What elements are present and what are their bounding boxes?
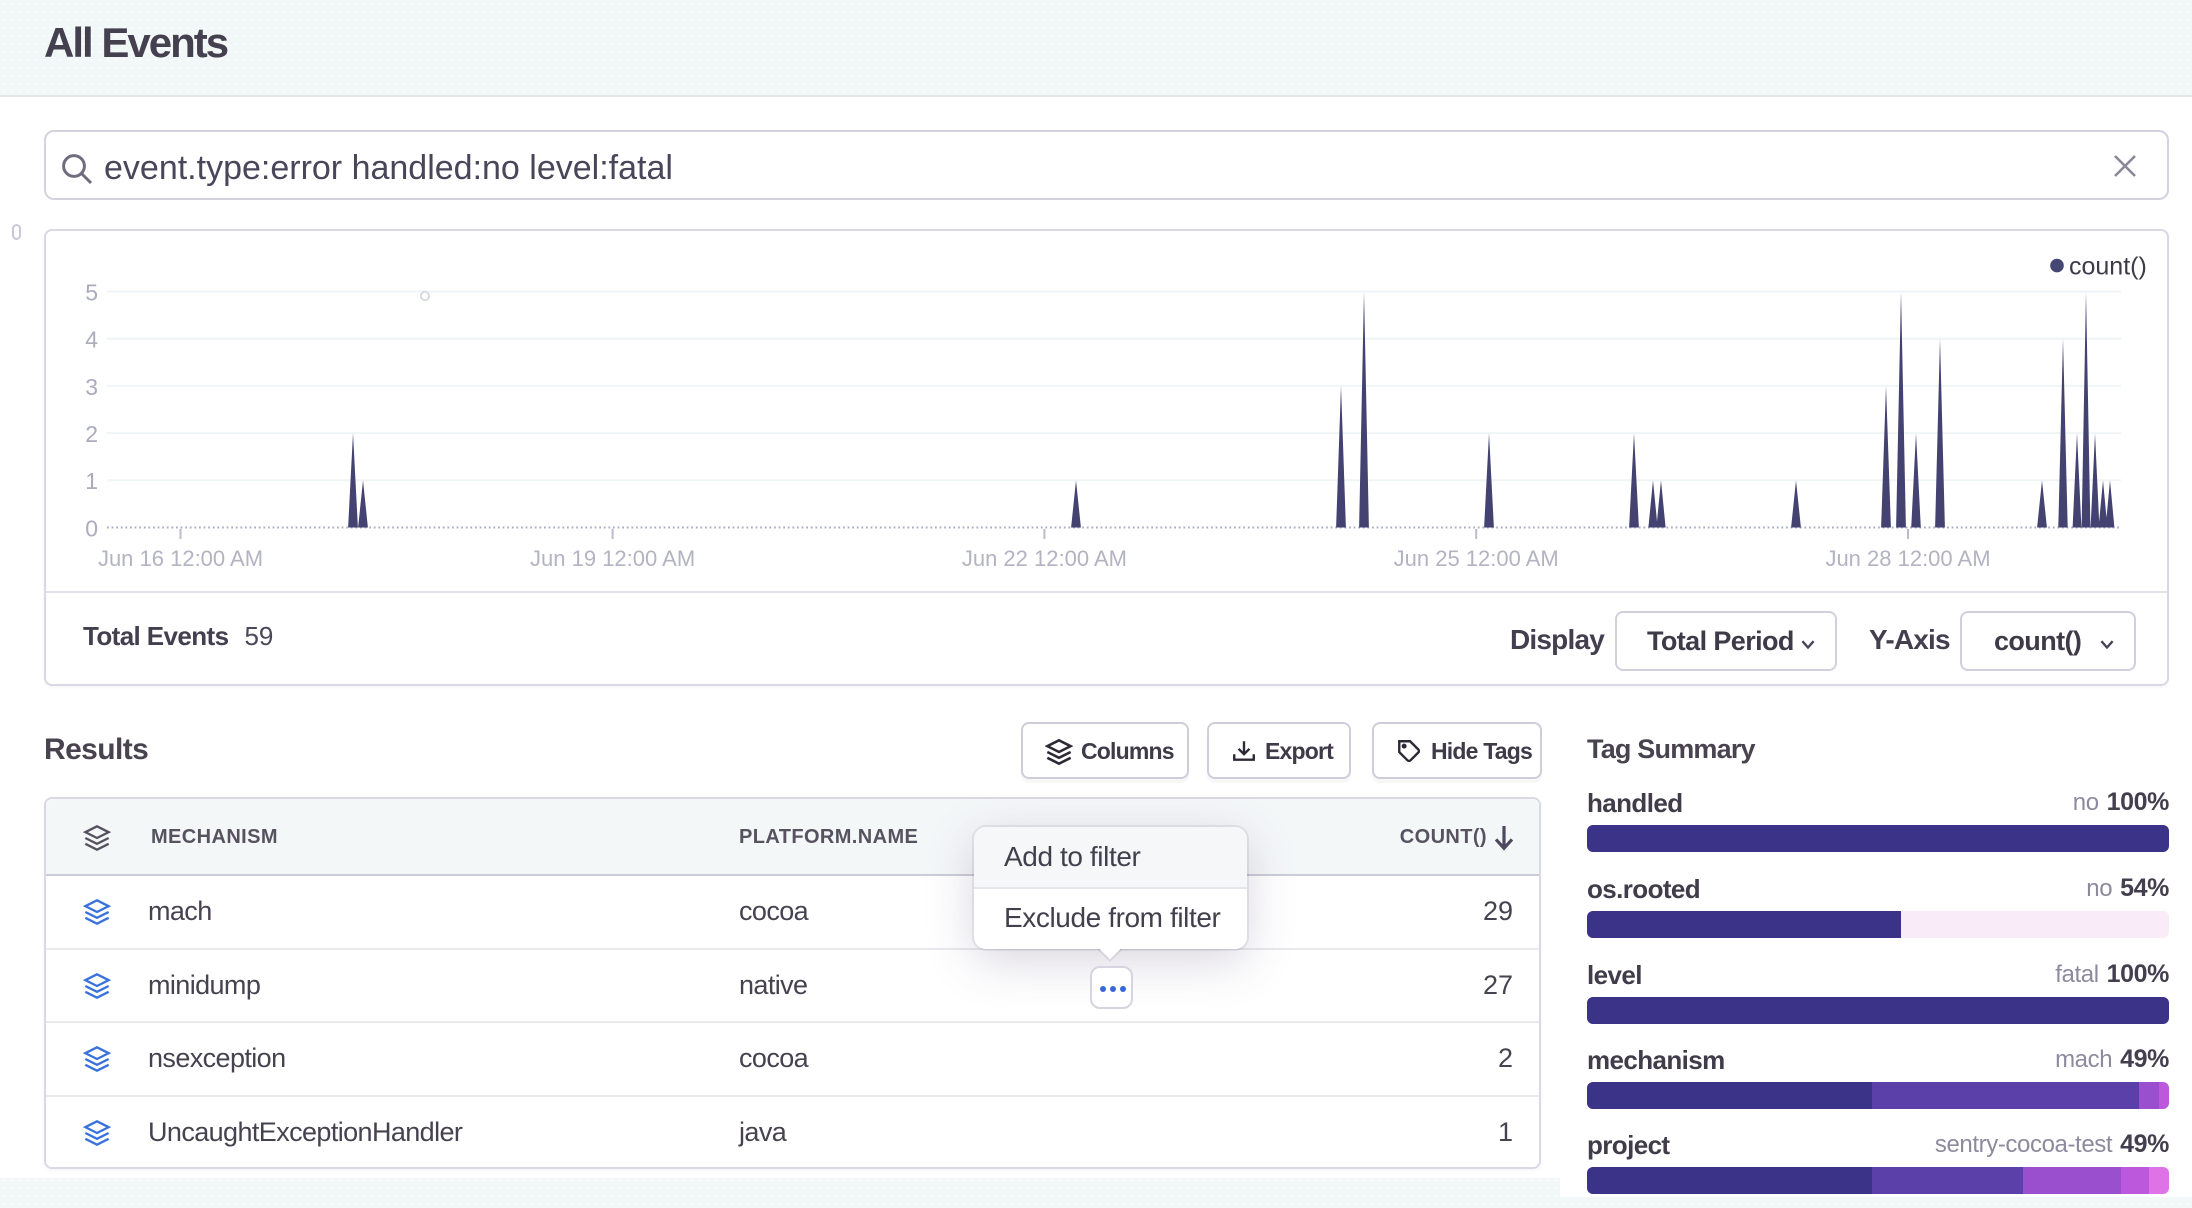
- svg-text:5: 5: [85, 279, 98, 305]
- svg-text:3: 3: [85, 374, 98, 400]
- svg-text:count(): count(): [2069, 253, 2147, 281]
- svg-text:2: 2: [85, 421, 98, 447]
- svg-text:Jun 16 12:00 AM: Jun 16 12:00 AM: [98, 546, 263, 571]
- svg-text:1: 1: [85, 468, 98, 494]
- svg-text:Jun 28 12:00 AM: Jun 28 12:00 AM: [1825, 546, 1990, 571]
- svg-text:Jun 22 12:00 AM: Jun 22 12:00 AM: [962, 546, 1127, 571]
- svg-text:Jun 19 12:00 AM: Jun 19 12:00 AM: [530, 546, 695, 571]
- svg-text:4: 4: [85, 327, 98, 353]
- svg-text:Jun 25 12:00 AM: Jun 25 12:00 AM: [1394, 546, 1559, 571]
- svg-text:0: 0: [85, 515, 98, 541]
